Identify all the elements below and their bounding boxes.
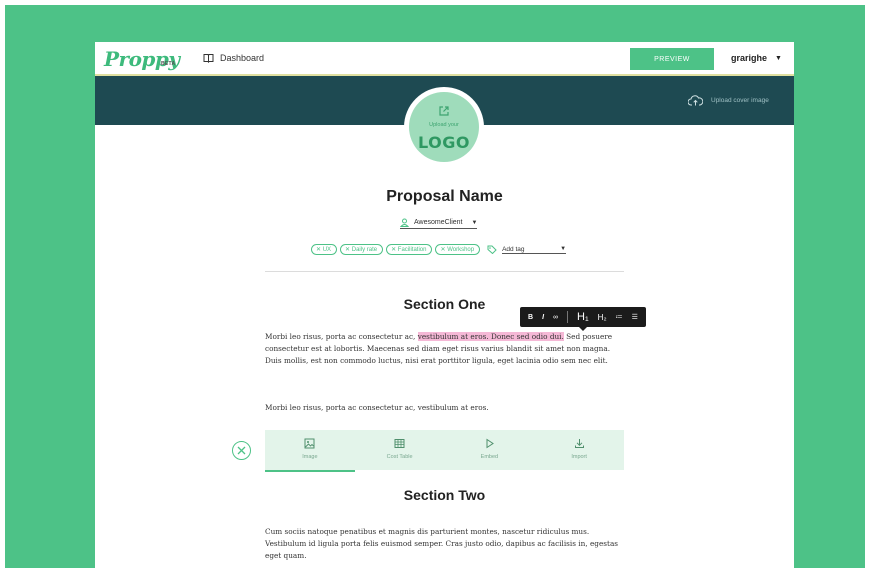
tag-chip[interactable]: ✕ Facilitation bbox=[386, 244, 433, 255]
logo-placeholder: Upload your LOGO bbox=[409, 92, 479, 162]
tag-chip[interactable]: ✕ Daily rate bbox=[340, 244, 384, 255]
user-menu[interactable]: grarighe ▼ bbox=[731, 53, 782, 63]
table-icon bbox=[394, 439, 405, 448]
caret-down-icon: ▼ bbox=[560, 245, 567, 252]
close-insert-bar-button[interactable] bbox=[232, 441, 251, 460]
section-two-title[interactable]: Section Two bbox=[95, 487, 794, 503]
top-navigation-bar: Proppy BETA Dashboard PREVIEW grarighe ▼ bbox=[95, 42, 794, 76]
username: grarighe bbox=[731, 53, 768, 63]
cloud-upload-icon bbox=[688, 95, 703, 106]
bullet-list-button[interactable]: ☰ bbox=[632, 313, 638, 321]
section-one-paragraph[interactable]: Morbi leo risus, porta ac consectetur ac… bbox=[265, 331, 627, 367]
tag-label: Workshop bbox=[447, 247, 475, 253]
italic-button[interactable]: I bbox=[542, 314, 544, 321]
tag-list: ✕ UX ✕ Daily rate ✕ Facilitation ✕ Works… bbox=[311, 244, 567, 255]
proposal-editor: Proppy BETA Dashboard PREVIEW grarighe ▼… bbox=[95, 42, 794, 568]
insert-embed-button[interactable]: Embed bbox=[445, 430, 535, 470]
add-tag-label: Add tag bbox=[502, 245, 525, 253]
tag-label: UX bbox=[322, 247, 332, 253]
bold-button[interactable]: B bbox=[528, 314, 533, 321]
dashboard-link[interactable]: Dashboard bbox=[203, 53, 264, 63]
heading1-button[interactable]: H₁ bbox=[577, 311, 589, 323]
play-icon bbox=[486, 438, 494, 449]
insert-item-label: Cost Table bbox=[386, 454, 413, 460]
tag-chip[interactable]: ✕ UX bbox=[311, 244, 338, 255]
paragraph-text: Morbi leo risus, porta ac consectetur ac… bbox=[265, 332, 418, 341]
proppy-logo[interactable]: Proppy bbox=[104, 47, 180, 71]
add-tag-select[interactable]: Add tag ▼ bbox=[502, 245, 567, 254]
logo-placeholder-text: LOGO bbox=[418, 133, 470, 152]
preview-button[interactable]: PREVIEW bbox=[630, 48, 714, 70]
heading2-button[interactable]: H₂ bbox=[598, 313, 607, 322]
client-name: AwesomeClient bbox=[414, 219, 463, 226]
caret-down-icon: ▼ bbox=[471, 219, 478, 226]
dashboard-label: Dashboard bbox=[220, 53, 265, 63]
insert-item-label: Import bbox=[571, 454, 587, 460]
logo-upload-text: Upload your bbox=[429, 122, 459, 128]
tag-label: Facilitation bbox=[397, 247, 427, 253]
insert-item-label: Image bbox=[302, 454, 318, 460]
header-section-divider bbox=[265, 271, 624, 272]
text-format-toolbar: B I ∞ H₁ H₂ ≔ ☰ bbox=[520, 307, 646, 327]
tag-icon bbox=[487, 245, 497, 254]
book-icon bbox=[203, 54, 214, 63]
download-icon bbox=[574, 439, 584, 448]
upload-cover-image-button[interactable]: Upload cover image bbox=[688, 95, 769, 106]
image-icon bbox=[304, 438, 315, 449]
toolbar-separator bbox=[567, 311, 569, 323]
link-button[interactable]: ∞ bbox=[553, 314, 558, 321]
section-one-title[interactable]: Section One bbox=[95, 296, 794, 312]
proposal-title[interactable]: Proposal Name bbox=[95, 188, 794, 206]
section-one-paragraph-2[interactable]: Morbi leo risus, porta ac consectetur ac… bbox=[265, 402, 627, 414]
insert-item-label: Embed bbox=[480, 454, 499, 460]
insert-image-button[interactable]: Image bbox=[265, 430, 355, 472]
ordered-list-button[interactable]: ≔ bbox=[616, 313, 623, 321]
tag-label: Daily rate bbox=[351, 247, 378, 253]
close-icon bbox=[237, 446, 246, 455]
insert-import-button[interactable]: Import bbox=[534, 430, 624, 470]
caret-down-icon: ▼ bbox=[775, 54, 782, 62]
upload-cover-label: Upload cover image bbox=[711, 97, 769, 104]
insert-block-bar: Image Cost Table Embed Import bbox=[265, 430, 624, 472]
highlighted-selection: vestibulum at eros. Donec sed odio dui. bbox=[417, 332, 564, 341]
client-select[interactable]: AwesomeClient ▼ bbox=[400, 218, 478, 229]
beta-badge: BETA bbox=[161, 61, 176, 67]
external-link-icon bbox=[439, 106, 449, 116]
user-icon bbox=[400, 218, 409, 227]
section-two-paragraph[interactable]: Cum sociis natoque penatibus et magnis d… bbox=[265, 526, 627, 562]
tag-chip[interactable]: ✕ Workshop bbox=[435, 244, 481, 255]
logo-upload-area[interactable]: Upload your LOGO bbox=[404, 87, 484, 167]
insert-cost-table-button[interactable]: Cost Table bbox=[355, 430, 445, 470]
